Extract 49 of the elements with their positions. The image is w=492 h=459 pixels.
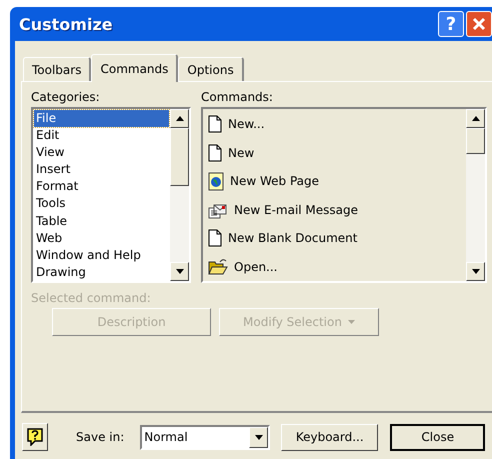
category-item[interactable]: Format (34, 178, 169, 196)
command-item[interactable]: Open... (204, 252, 465, 281)
save-in-label: Save in: (76, 430, 124, 444)
folder-icon (208, 258, 228, 276)
scroll-down-icon (176, 269, 184, 274)
scroll-up-icon (472, 116, 480, 121)
document-icon (208, 229, 222, 248)
scroll-up-icon (176, 116, 184, 121)
window-title: Customize (19, 14, 113, 34)
close-dialog-button[interactable]: Close (390, 424, 486, 450)
category-item[interactable]: Tools (34, 195, 169, 213)
help-button[interactable] (22, 423, 48, 451)
scroll-down-icon (472, 269, 480, 274)
categories-label: Categories: (31, 90, 101, 104)
close-icon (472, 17, 486, 31)
categories-list[interactable]: File Edit View Insert Format Tools Table Web Window and Help Drawing (31, 107, 191, 283)
globe-page-icon (208, 172, 224, 191)
category-item[interactable]: Edit (34, 127, 169, 144)
category-item[interactable]: View (34, 144, 169, 162)
keyboard-button[interactable]: Keyboard... (281, 424, 378, 450)
save-in-dropdown[interactable]: Normal (140, 424, 270, 450)
command-item[interactable]: New E-mail Message (204, 196, 465, 224)
selected-command-label: Selected command: (31, 291, 152, 305)
category-item[interactable]: Insert (34, 161, 169, 178)
scrollbar[interactable] (170, 109, 189, 281)
scroll-thumb[interactable] (466, 128, 485, 154)
commands-label: Commands: (201, 90, 274, 104)
category-item[interactable]: Drawing (34, 264, 169, 281)
document-icon (208, 115, 222, 134)
category-item[interactable]: Web (34, 230, 169, 247)
scroll-down-icon (254, 434, 263, 440)
tab[interactable]: Commands (91, 54, 178, 82)
command-item[interactable]: New Blank Document (204, 224, 465, 252)
help-button[interactable]: ? (438, 11, 464, 37)
command-item[interactable]: New Web Page (204, 167, 465, 196)
command-item[interactable]: New (204, 138, 465, 167)
tab[interactable]: Options (178, 57, 244, 81)
category-item[interactable]: File (34, 110, 169, 128)
category-item[interactable]: Table (34, 212, 169, 230)
scrollbar[interactable] (466, 109, 485, 281)
commands-list[interactable]: New... New New Web Page New E-mail Message New Blank Document Open... (201, 107, 487, 283)
scroll-thumb[interactable] (170, 128, 189, 186)
close-button[interactable] (466, 11, 492, 37)
category-item[interactable]: Window and Help (34, 246, 169, 264)
command-item[interactable]: New... (204, 110, 465, 138)
help-icon (27, 428, 43, 446)
document-icon (208, 144, 222, 162)
tab[interactable]: Toolbars (23, 57, 92, 81)
caret-icon (348, 320, 355, 324)
